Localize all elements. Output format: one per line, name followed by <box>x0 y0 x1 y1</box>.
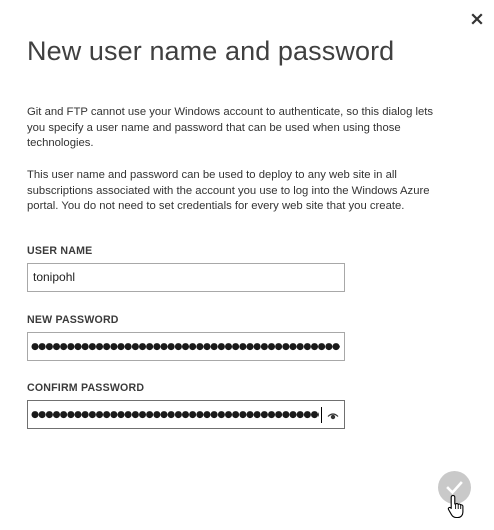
confirm-password-field[interactable]: ●●●●●●●●●●●●●●●●●●●●●●●●●●●●●●●●●●●●●●●●… <box>27 400 345 429</box>
new-password-mask: ●●●●●●●●●●●●●●●●●●●●●●●●●●●●●●●●●●●●●●●●… <box>31 341 340 352</box>
intro-paragraph: Git and FTP cannot use your Windows acco… <box>27 106 434 150</box>
confirm-password-mask: ●●●●●●●●●●●●●●●●●●●●●●●●●●●●●●●●●●●●●●●●… <box>31 409 319 420</box>
checkmark-icon <box>446 481 463 495</box>
new-password-label: NEW PASSWORD <box>27 314 119 326</box>
eye-icon[interactable] <box>327 409 339 421</box>
new-password-field[interactable]: ●●●●●●●●●●●●●●●●●●●●●●●●●●●●●●●●●●●●●●●●… <box>27 332 345 361</box>
user-name-field[interactable]: tonipohl <box>27 263 345 292</box>
dialog-title: New user name and password <box>27 36 395 66</box>
close-icon[interactable] <box>468 10 486 28</box>
credentials-dialog: New user name and password Git and FTP c… <box>0 0 494 530</box>
ok-button[interactable] <box>438 471 471 504</box>
text-caret <box>321 407 322 423</box>
user-name-value: tonipohl <box>33 270 76 284</box>
user-name-label: USER NAME <box>27 245 93 257</box>
info-paragraph: This user name and password can be used … <box>27 169 430 213</box>
confirm-password-label: CONFIRM PASSWORD <box>27 382 145 394</box>
